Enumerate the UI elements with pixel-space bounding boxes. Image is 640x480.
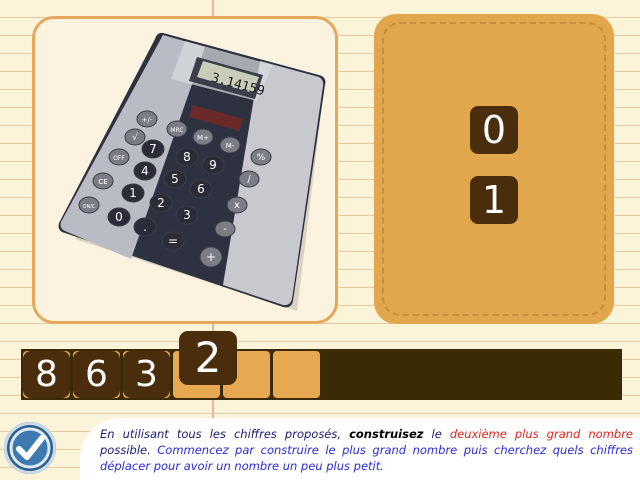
key-m-plus: M+ [197, 134, 209, 142]
key-m-minus: M- [226, 142, 235, 150]
instruction-keyword: construisez [349, 427, 424, 441]
instruction-target: deuxième plus grand nombre [449, 427, 633, 441]
key-percent: % [257, 153, 266, 163]
calculator-illustration: 3.14159 +/- MRC M+ M- √ % OFF 7 8 9 / CE… [58, 32, 326, 311]
dragged-digit-tile[interactable]: 2 [179, 331, 237, 385]
key-off: OFF [113, 155, 125, 162]
key-dot: . [143, 220, 147, 234]
checkmark-icon [9, 427, 51, 469]
key-3: 3 [183, 208, 191, 222]
key-1: 1 [129, 186, 137, 200]
instruction-hint: Commencez par construire le plus grand n… [100, 443, 633, 473]
digit-tray-border [382, 22, 606, 316]
key-ce: CE [98, 178, 107, 186]
key-7: 7 [149, 142, 157, 156]
key-multiply: x [234, 200, 240, 211]
instruction-part1: En utilisant tous les chiffres proposés, [100, 427, 350, 441]
key-on-c: ON/C [83, 204, 96, 210]
instruction-part2: le [423, 427, 450, 441]
key-equals: = [168, 234, 178, 248]
key-sqrt: √ [132, 132, 138, 143]
key-5: 5 [171, 172, 179, 186]
instruction-panel: En utilisant tous les chiffres proposés,… [80, 418, 640, 480]
instruction-part3: possible. [100, 443, 158, 457]
answer-slot-6[interactable] [273, 351, 320, 398]
key-minus: - [223, 224, 227, 235]
key-plus: + [206, 250, 216, 264]
answer-bar: 8 6 3 [21, 349, 622, 400]
digit-tile-1[interactable]: 1 [470, 176, 518, 224]
key-4: 4 [141, 164, 149, 178]
digit-tile-0[interactable]: 0 [470, 106, 518, 154]
answer-slot-3[interactable]: 3 [123, 351, 170, 398]
key-9: 9 [209, 158, 217, 172]
calculator-picture-card: 3.14159 +/- MRC M+ M- √ % OFF 7 8 9 / CE… [32, 16, 338, 324]
placed-digit-tile[interactable]: 3 [123, 351, 170, 398]
validate-button[interactable] [4, 422, 56, 474]
key-6: 6 [197, 182, 205, 196]
instruction-text: En utilisant tous les chiffres proposés,… [100, 426, 633, 474]
key-plus-minus: +/- [142, 116, 153, 124]
key-0: 0 [115, 210, 123, 224]
key-2: 2 [157, 196, 165, 210]
placed-digit-tile[interactable]: 6 [73, 351, 120, 398]
key-8: 8 [183, 150, 191, 164]
placed-digit-tile[interactable]: 8 [23, 351, 70, 398]
digit-tray: 0 1 [374, 14, 614, 324]
key-mrc: MRC [170, 127, 183, 134]
answer-slot-2[interactable]: 6 [73, 351, 120, 398]
answer-slot-1[interactable]: 8 [23, 351, 70, 398]
